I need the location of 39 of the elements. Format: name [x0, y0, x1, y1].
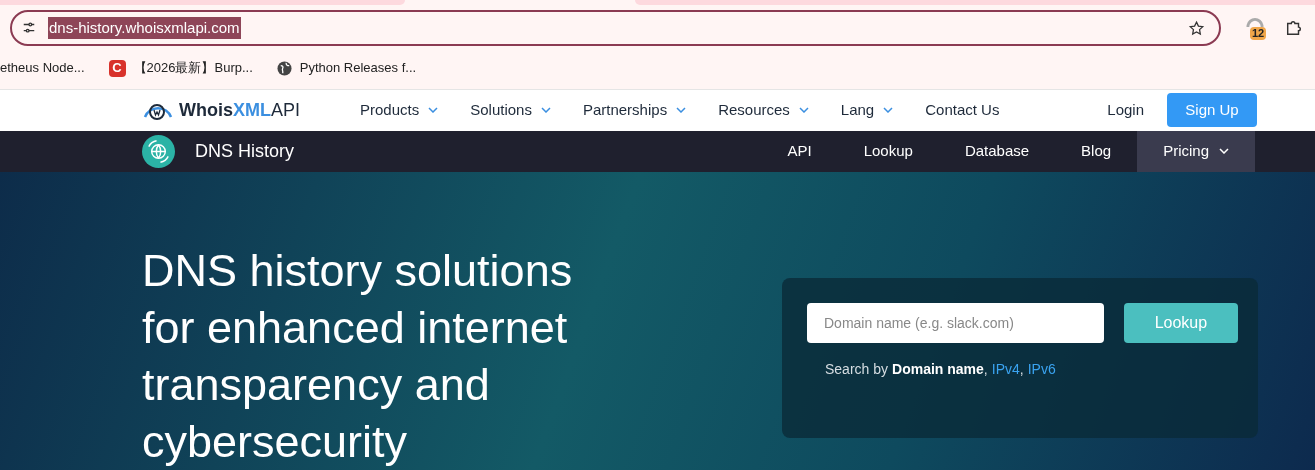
- login-link[interactable]: Login: [1107, 99, 1144, 122]
- hero-heading: for enhanced internet: [142, 301, 569, 355]
- menu-item[interactable]: Solutions: [470, 99, 551, 122]
- hero-heading: transparency and: [142, 358, 491, 412]
- star-icon[interactable]: [1188, 19, 1205, 37]
- menu-item[interactable]: Contact Us: [925, 99, 1000, 122]
- search-type-option[interactable]: Domain name: [892, 359, 984, 380]
- hero-heading: DNS history solutions: [142, 244, 573, 298]
- bookmark-link[interactable]: 【2026最新】Burp...: [133, 58, 253, 78]
- separator-comma: ,: [1019, 360, 1024, 379]
- menu-item[interactable]: Partnerships: [582, 99, 687, 122]
- address-bar[interactable]: dns-history.whoisxmlapi.com: [10, 10, 1221, 46]
- globe-icon: [276, 60, 292, 76]
- nav-tab[interactable]: Blog: [1055, 130, 1138, 172]
- separator-comma: ,: [983, 360, 988, 379]
- nav-tab[interactable]: API: [761, 130, 838, 172]
- domain-search-field[interactable]: Domain name (e.g. slack.com): [807, 303, 1104, 343]
- search-type-option[interactable]: IPv6: [1027, 359, 1056, 380]
- tune-icon[interactable]: [22, 21, 36, 35]
- bookmark-link[interactable]: etheus Node...: [0, 58, 85, 78]
- globe-logo-icon: [142, 134, 175, 168]
- search-type-option[interactable]: IPv4: [991, 359, 1020, 380]
- bookmark-favicon: C: [108, 59, 126, 77]
- menu-item[interactable]: Products: [360, 99, 439, 122]
- bookmark-link[interactable]: Python Releases f...: [299, 58, 417, 78]
- extension-badge: 12: [1250, 27, 1267, 40]
- url-text: dns-history.whoisxmlapi.com: [48, 16, 241, 40]
- hero-heading: cybersecurity: [142, 415, 409, 469]
- puzzle-icon[interactable]: [1285, 19, 1303, 37]
- nav-tab[interactable]: Lookup: [837, 130, 939, 172]
- menu-item[interactable]: Resources: [718, 99, 809, 122]
- nav-tab[interactable]: Database: [938, 130, 1056, 172]
- arc-icon: [1245, 16, 1265, 27]
- nav-tab[interactable]: Pricing: [1137, 130, 1255, 172]
- extension-button[interactable]: 12: [1245, 14, 1273, 42]
- search-by-label: Search by: [825, 360, 889, 379]
- menu-item[interactable]: Lang: [840, 99, 894, 122]
- product-title[interactable]: DNS History: [195, 137, 294, 165]
- logo-text[interactable]: WhoisXMLAPI: [179, 96, 300, 124]
